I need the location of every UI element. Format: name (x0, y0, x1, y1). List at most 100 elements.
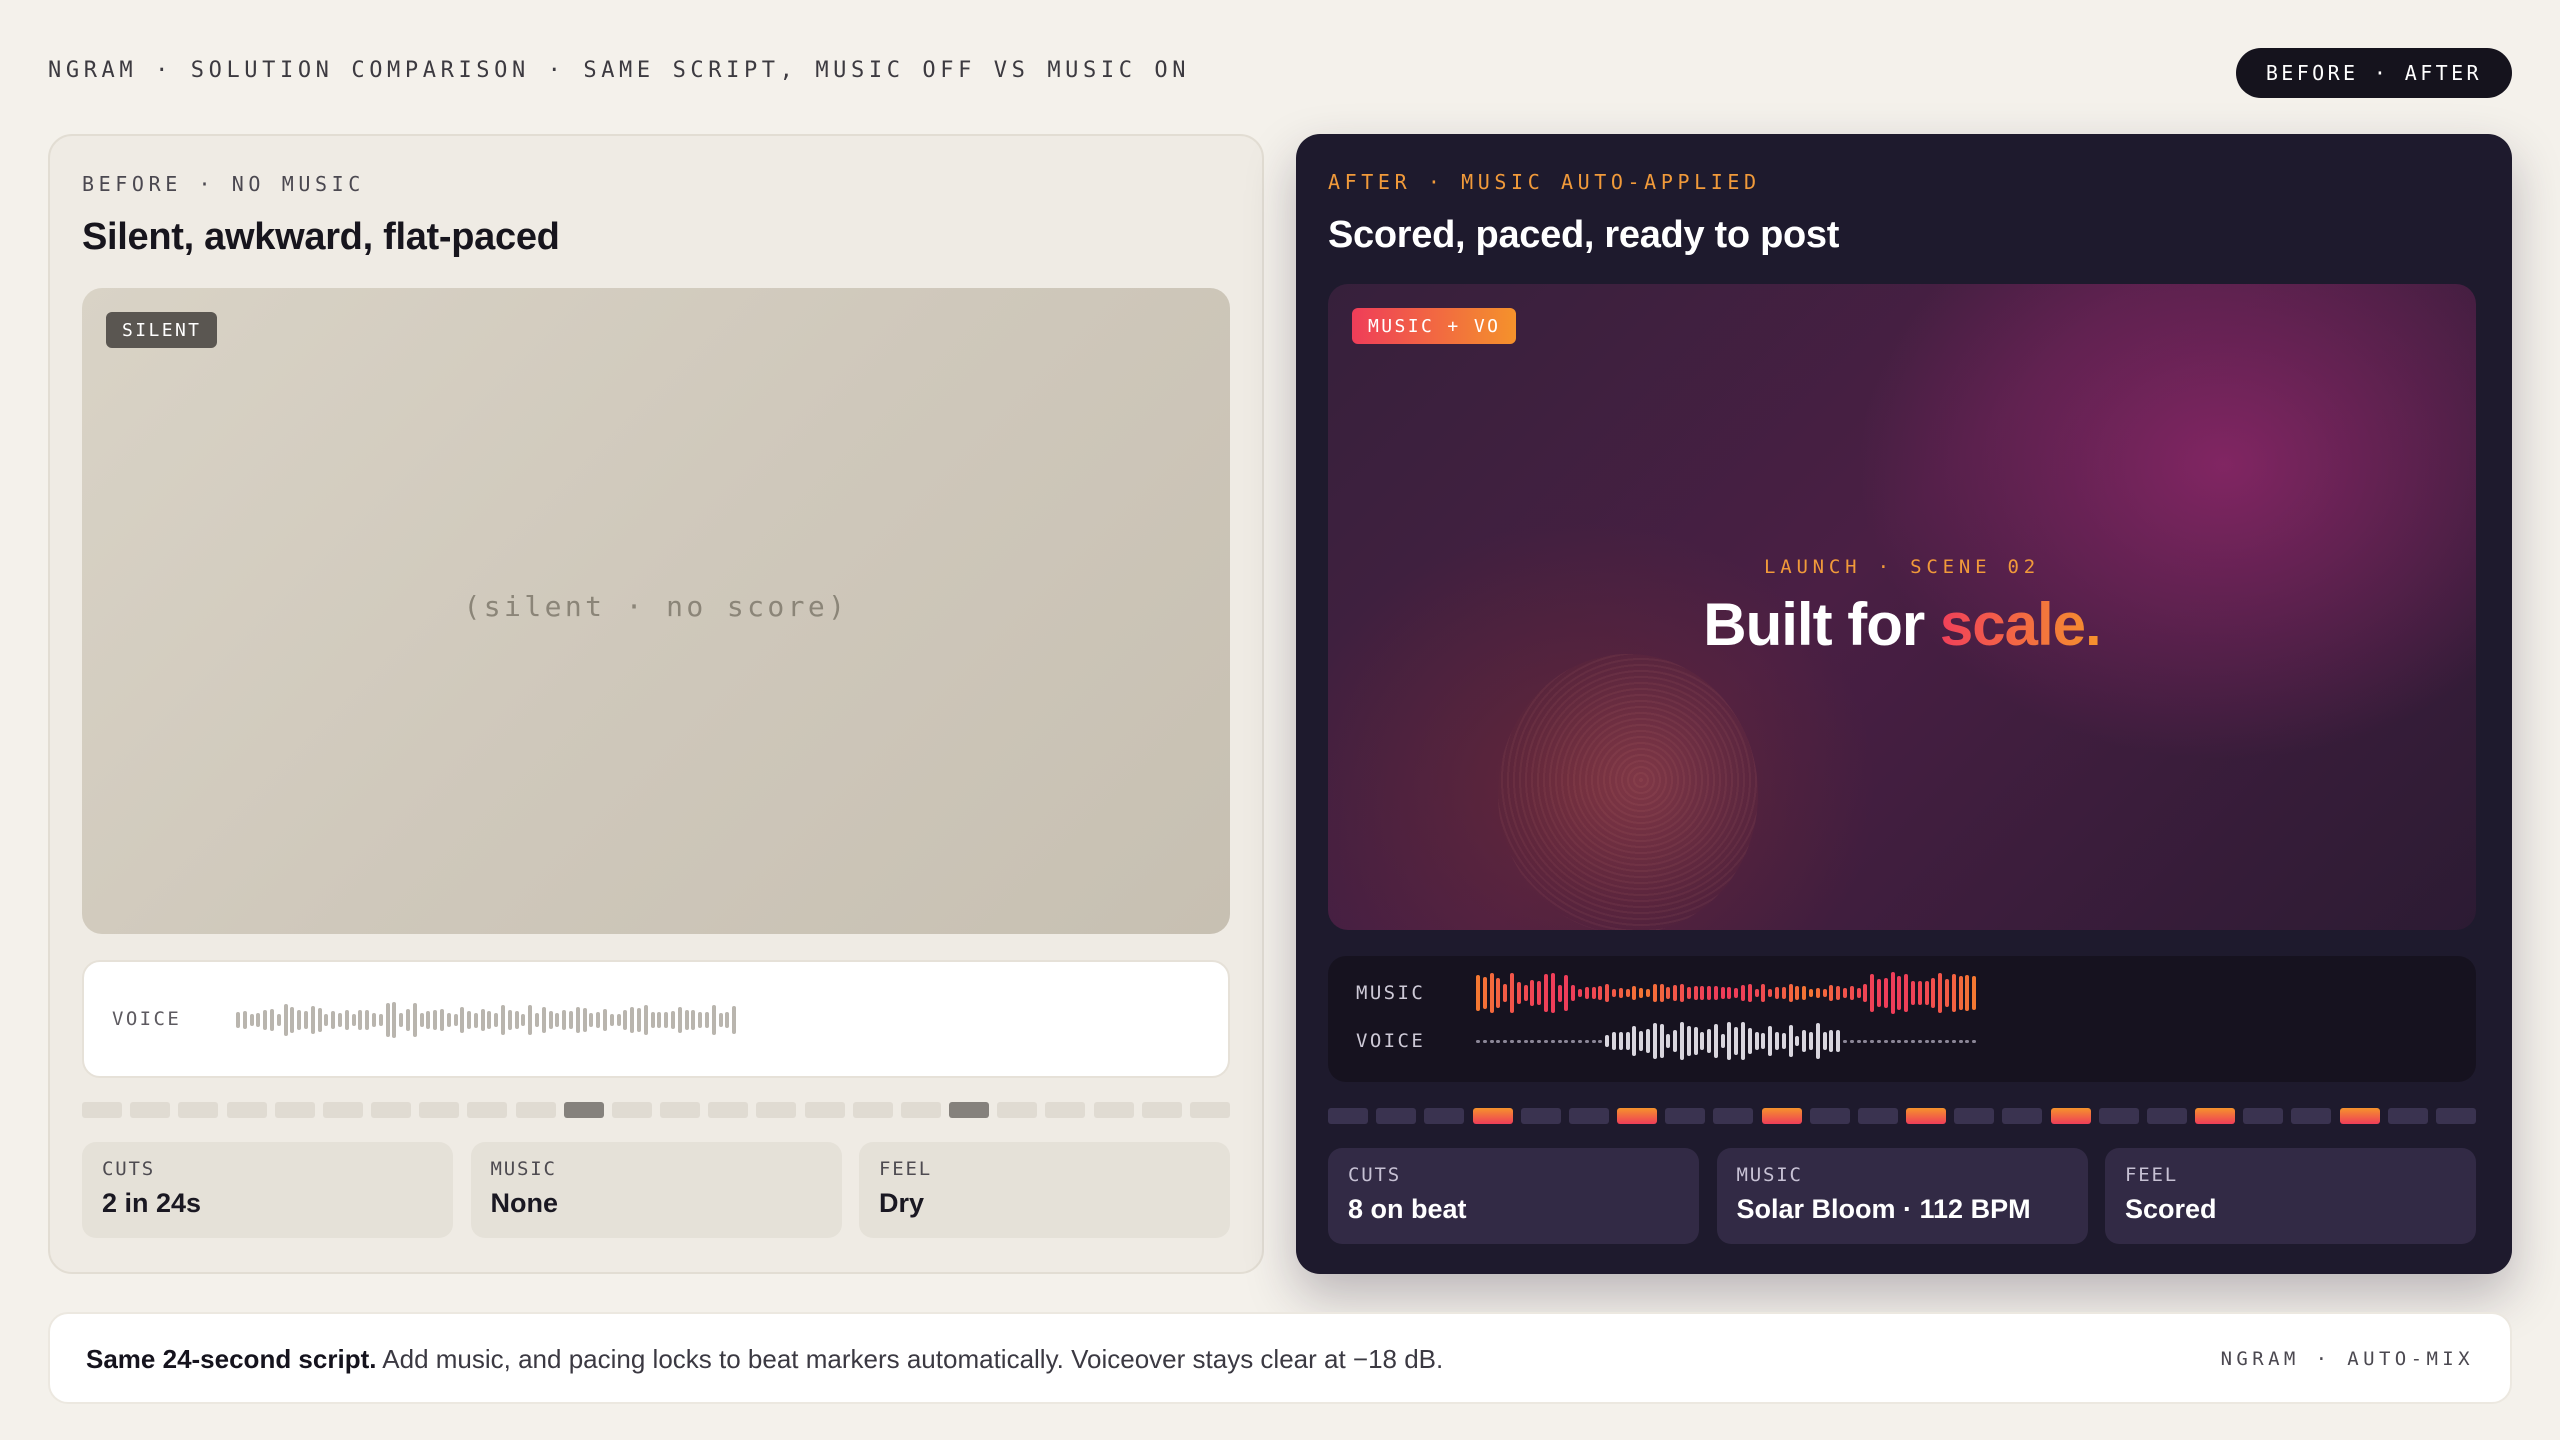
waveform-bar (1768, 1025, 1773, 1057)
waveform-bar (317, 1007, 322, 1033)
stat-card-feel: FEEL Dry (859, 1142, 1230, 1238)
waveform-bar (1571, 985, 1576, 1001)
waveform-bar (1775, 1032, 1780, 1050)
beat-marker (419, 1102, 460, 1118)
silent-badge: SILENT (106, 312, 218, 348)
waveform-bar (1700, 985, 1705, 1001)
waveform-bar (1931, 978, 1936, 1008)
stat-label: CUTS (1348, 1164, 1401, 1186)
waveform-bar (1734, 987, 1739, 999)
waveform-bar (1795, 1035, 1800, 1047)
waveform-bar (1931, 1039, 1936, 1043)
waveform-bar (1476, 1039, 1480, 1043)
waveform-bar (1618, 1032, 1623, 1050)
waveform-bar (1741, 1022, 1746, 1060)
beat-marker (708, 1102, 749, 1118)
waveform-bar (1972, 975, 1977, 1011)
waveform-bar (1802, 985, 1807, 1001)
waveform-bar (1652, 984, 1657, 1002)
waveform-bar (494, 1013, 499, 1027)
scene-label: LAUNCH · SCENE 02 (1763, 556, 2041, 578)
waveform-bar (1734, 1027, 1739, 1055)
stat-label: MUSIC (490, 1158, 557, 1180)
waveform-bar (1598, 1039, 1603, 1043)
waveform-bar (351, 1013, 356, 1027)
waveform-bar (1883, 1039, 1888, 1043)
waveform-bar (1509, 1039, 1514, 1043)
waveform-bar (1720, 1033, 1725, 1049)
page-title: NGRAM · SOLUTION COMPARISON · SAME SCRIP… (48, 58, 1191, 83)
waveform-bar (1972, 1039, 1977, 1043)
before-voice-waveform (236, 982, 739, 1058)
waveform-bar (365, 1009, 370, 1031)
waveform-bar (1829, 1029, 1834, 1053)
after-video-preview[interactable]: MUSIC + VO LAUNCH · SCENE 02 Built for s… (1328, 284, 2476, 930)
stat-card-music: MUSIC None (470, 1142, 842, 1238)
waveform-bar (1591, 987, 1596, 999)
beat-marker (274, 1102, 315, 1118)
before-video-preview[interactable]: SILENT (silent · no score) (82, 288, 1230, 934)
waveform-bar (1523, 985, 1528, 1001)
waveform-bar (1482, 977, 1487, 1009)
waveform-bar (718, 1013, 723, 1027)
waveform-bar (1618, 988, 1623, 998)
globe-graphic (1498, 654, 1758, 930)
beat-marker (1424, 1108, 1465, 1124)
stat-card-cuts: CUTS 8 on beat (1328, 1148, 1699, 1244)
waveform-bar (1822, 988, 1827, 998)
waveform-bar (1849, 986, 1854, 1000)
waveform-bar (1897, 975, 1902, 1011)
waveform-bar (507, 1010, 512, 1030)
waveform-bar (419, 1012, 424, 1028)
waveform-bar (1843, 988, 1848, 998)
waveform-bar (1944, 978, 1949, 1008)
before-after-toggle[interactable]: BEFORE · AFTER (2235, 48, 2512, 98)
voice-track-label: VOICE (1356, 1030, 1426, 1052)
waveform-bar (1781, 1033, 1786, 1049)
waveform-bar (637, 1007, 642, 1033)
silent-placeholder: (silent · no score) (463, 590, 849, 623)
beat-marker (2098, 1108, 2139, 1124)
waveform-bar (399, 1013, 404, 1027)
waveform-bar (1951, 1039, 1956, 1043)
waveform-bar (1856, 987, 1861, 999)
stat-label: FEEL (879, 1158, 932, 1180)
scene-title-main: Built for (1703, 591, 1925, 658)
waveform-bar (310, 1005, 315, 1035)
waveform-bar (1965, 975, 1970, 1011)
beat-marker (1568, 1108, 1609, 1124)
waveform-bar (1564, 974, 1569, 1012)
waveform-bar (630, 1006, 635, 1034)
waveform-bar (337, 1013, 342, 1027)
waveform-bar (643, 1005, 648, 1035)
waveform-bar (1652, 1022, 1657, 1060)
waveform-bar (1496, 977, 1501, 1008)
waveform-bar (1700, 1031, 1705, 1051)
waveform-bar (1890, 972, 1895, 1014)
waveform-bar (392, 1002, 397, 1038)
waveform-bar (575, 1007, 580, 1033)
waveform-bar (1550, 972, 1555, 1014)
beat-marker (1665, 1108, 1706, 1124)
waveform-bar (1788, 1024, 1793, 1058)
after-headline: Scored, paced, ready to post (1328, 214, 1840, 256)
waveform-bar (1965, 1039, 1970, 1043)
waveform-bar (1917, 980, 1922, 1006)
waveform-bar (725, 1011, 730, 1029)
waveform-bar (1890, 1039, 1895, 1043)
waveform-bar (541, 1006, 546, 1034)
beat-marker (563, 1102, 604, 1118)
stat-value: None (490, 1188, 559, 1218)
waveform-bar (1802, 1030, 1807, 1052)
beat-marker (2291, 1108, 2332, 1124)
waveform-bar (1917, 1039, 1922, 1043)
waveform-bar (1707, 1029, 1712, 1053)
beat-marker (2002, 1108, 2043, 1124)
stat-label: FEEL (2125, 1164, 2178, 1186)
waveform-bar (453, 1013, 458, 1027)
waveform-bar (1795, 985, 1800, 1001)
beat-marker (2435, 1108, 2476, 1124)
waveform-bar (596, 1012, 601, 1028)
waveform-bar (1775, 987, 1780, 999)
waveform-bar (1645, 1029, 1650, 1053)
